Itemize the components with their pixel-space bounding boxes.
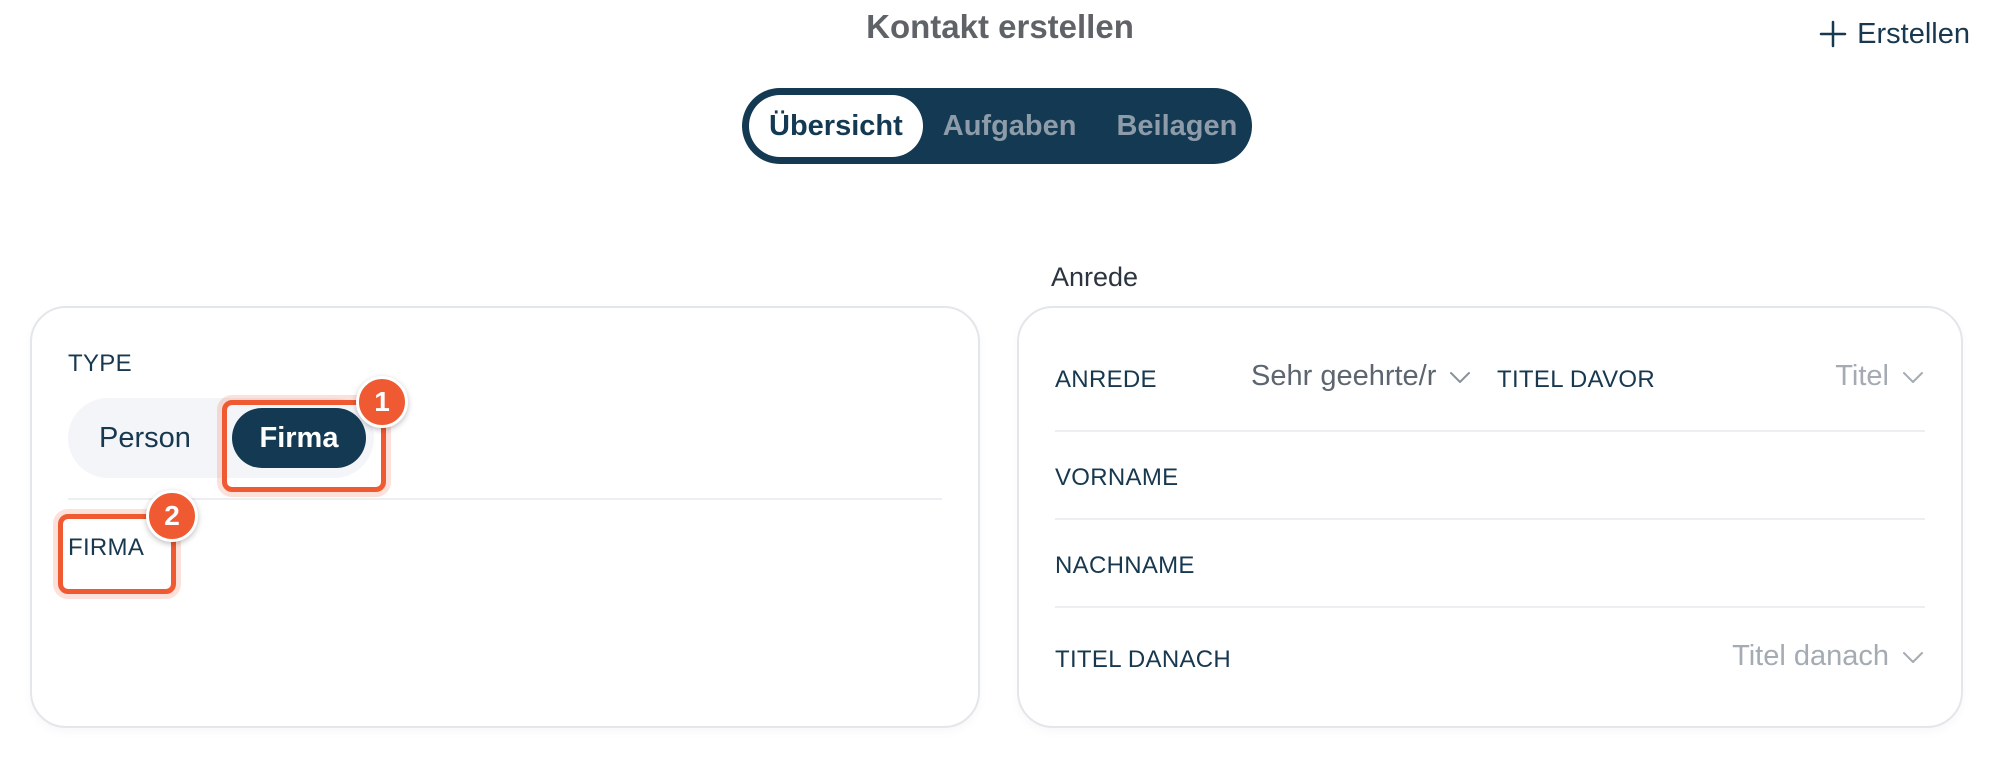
divider — [68, 498, 942, 500]
titel-davor-label: TITEL DAVOR — [1497, 366, 1655, 393]
type-card: TYPE Person Firma 1 FIRMA 2 — [30, 306, 980, 728]
nachname-input[interactable] — [1251, 536, 1925, 596]
anrede-label: ANREDE — [1055, 366, 1157, 393]
tab-aufgaben[interactable]: Aufgaben — [923, 95, 1097, 157]
step-2-badge: 2 — [146, 490, 198, 542]
divider — [1055, 518, 1925, 520]
anrede-section-heading: Anrede — [1051, 262, 1139, 292]
plus-icon — [1819, 20, 1847, 48]
chevron-down-icon — [1450, 371, 1471, 383]
type-option-person[interactable]: Person — [68, 408, 222, 468]
create-button[interactable]: Erstellen — [1819, 14, 1970, 54]
anrede-select-value: Sehr geehrte/r — [1251, 360, 1437, 392]
anrede-select[interactable]: Sehr geehrte/r — [1251, 360, 1472, 393]
nachname-label: NACHNAME — [1055, 552, 1195, 579]
titel-danach-label: TITEL DANACH — [1055, 646, 1232, 673]
tab-beilagen[interactable]: Beilagen — [1096, 95, 1257, 157]
titel-danach-placeholder: Titel danach — [1732, 640, 1889, 672]
step-1-badge: 1 — [356, 376, 408, 428]
anrede-card: ANREDE Sehr geehrte/r TITEL DAVOR Titel … — [1017, 306, 1963, 728]
titel-davor-placeholder: Titel — [1835, 360, 1889, 392]
divider — [1055, 606, 1925, 608]
chevron-down-icon — [1903, 651, 1923, 663]
page-title: Kontakt erstellen — [866, 8, 1134, 45]
divider — [1055, 430, 1925, 432]
chevron-down-icon — [1903, 371, 1923, 383]
titel-danach-select[interactable]: Titel danach — [1732, 640, 1925, 673]
titel-davor-select[interactable]: Titel — [1835, 360, 1925, 393]
vorname-input[interactable] — [1251, 448, 1925, 508]
tab-uebersicht[interactable]: Übersicht — [749, 95, 923, 157]
type-label: TYPE — [68, 350, 132, 377]
vorname-label: VORNAME — [1055, 464, 1179, 491]
tab-bar: Übersicht Aufgaben Beilagen — [742, 88, 1252, 164]
create-button-label: Erstellen — [1857, 17, 1970, 50]
